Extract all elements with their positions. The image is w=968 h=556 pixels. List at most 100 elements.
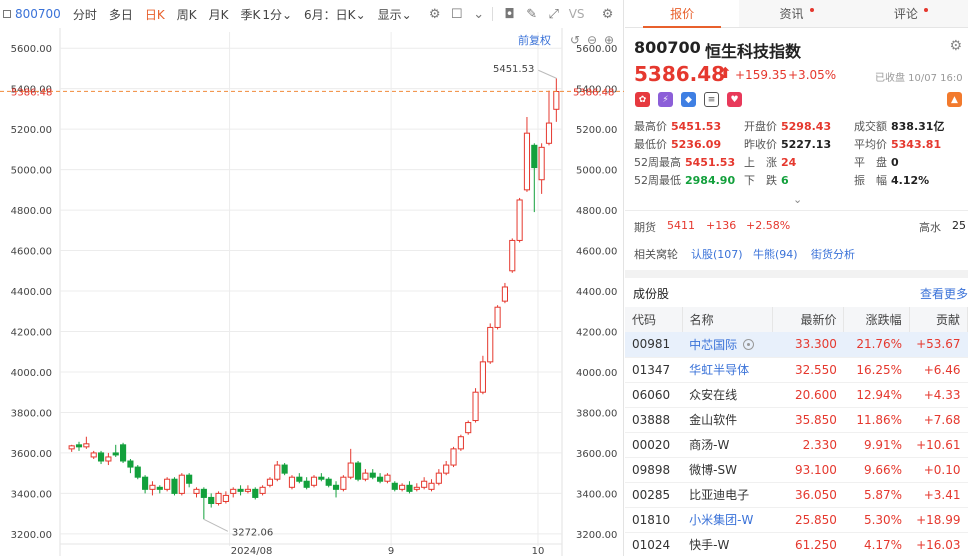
candle-body (472, 391, 479, 422)
table-row[interactable]: 01347 华虹半导体 32.550 16.25% +6.46 (625, 357, 968, 383)
candle-body (171, 478, 178, 494)
low-annotation: 3272.06 (232, 527, 273, 538)
tab-comments[interactable]: 评论 (854, 0, 968, 27)
y-tick-label-left: 4800.00 (11, 206, 52, 217)
period-intraday[interactable]: 分时 (73, 6, 97, 23)
table-row[interactable]: 00981 中芯国际 33.300 21.76% +53.67 (625, 332, 968, 358)
y-tick-label-left: 4400.00 (11, 287, 52, 298)
period-multiday[interactable]: 多日 (109, 6, 133, 23)
table-row[interactable]: 09898 微博-SW 93.100 9.66% +0.10 (625, 457, 968, 483)
feature-badges: ✿ ⚡ ◆ ≡ ♥ ▲ (625, 90, 968, 116)
candlestick-chart[interactable]: 3200.00 3200.00 3400.00 3400.00 3600.00 3600.… (0, 28, 624, 556)
pencil-icon[interactable]: ✎ (521, 7, 543, 22)
adjust-type-label[interactable]: 前复权 (518, 33, 551, 47)
bell-icon[interactable]: ▲ (947, 92, 962, 107)
price-change: +159.35 (735, 68, 788, 82)
period-weekly[interactable]: 周K (177, 6, 197, 23)
y-tick-label-left: 5000.00 (11, 166, 52, 177)
stat-52w-high: 52周最高 5451.53 (634, 156, 736, 169)
candle-body (266, 478, 274, 486)
cell-price: 93.100 (772, 457, 844, 483)
col-change-percent[interactable]: 涨跌幅 (843, 307, 910, 332)
lightning-icon[interactable]: ⚡ (658, 92, 673, 107)
reset-icon[interactable]: ↺ (570, 33, 580, 47)
table-row[interactable]: 01810 小米集团-W 25.850 5.30% +18.99 (625, 507, 968, 533)
app-window: 800700 分时 多日 日K 周K 月K 季K 1分⌄ 6月：日K⌄ 显示⌄ … (0, 0, 968, 556)
cell-change-percent: 4.17% (843, 532, 910, 556)
minute-select[interactable]: 1分⌄ (262, 6, 292, 23)
tab-news[interactable]: 资讯 (739, 0, 853, 27)
unread-dot (809, 7, 814, 12)
document-icon[interactable]: ≡ (704, 92, 719, 107)
period-monthly[interactable]: 月K (209, 6, 229, 23)
low-annotation-leader (203, 518, 229, 532)
zoom-in-icon[interactable]: ⊕ (604, 33, 614, 47)
cell-code: 03888 (625, 407, 683, 433)
col-contribution[interactable]: 贡献 (909, 307, 968, 332)
chevron-down-icon[interactable]: ⌄ (468, 7, 490, 22)
table-row[interactable]: 00020 商汤-W 2.330 9.91% +10.61 (625, 432, 968, 458)
cell-name: 比亚迪电子 (682, 482, 773, 508)
y-tick-label-right: 3600.00 (576, 449, 617, 460)
cell-contribution: +16.03 (909, 532, 968, 556)
camera-icon[interactable]: ◘ (499, 7, 521, 22)
quote-tabs: 报价 资讯 评论 (625, 0, 968, 28)
zoom-out-icon[interactable]: ⊖ (587, 33, 597, 47)
candle-body (134, 466, 141, 478)
tab-quote[interactable]: 报价 (625, 0, 740, 28)
last-price: 5386.48 (634, 62, 726, 86)
checkbox-icon[interactable]: ☐ (446, 7, 468, 22)
tag-icon[interactable]: ◆ (681, 92, 696, 107)
futures-change-percent: +2.58% (746, 219, 791, 232)
table-row[interactable]: 03888 金山软件 35.850 11.86% +7.68 (625, 407, 968, 433)
related-warrants: 相关窝轮 认股(107) 牛熊(94) 街货分析 (634, 246, 855, 262)
candle-body (208, 496, 215, 505)
chevron-down-icon[interactable]: ⌄ (793, 193, 802, 206)
unread-dot (923, 7, 928, 12)
x-tick-label: 9 (388, 546, 394, 556)
heart-icon[interactable]: ♥ (727, 92, 742, 107)
cell-code: 09898 (625, 457, 683, 483)
candle-body (450, 448, 457, 466)
link-warrants[interactable]: 认股(107) (691, 246, 743, 262)
candle-body (465, 422, 472, 434)
y-tick-label-right: 4800.00 (576, 206, 617, 217)
candle-body (142, 476, 149, 490)
stat-average: 平均价 5343.81 (854, 138, 942, 151)
table-row[interactable]: 00285 比亚迪电子 36.050 5.87% +3.41 (625, 482, 968, 508)
compare-vs-button[interactable]: VS (569, 7, 585, 21)
link-street-analysis[interactable]: 街货分析 (811, 246, 855, 262)
table-row[interactable]: 01024 快手-W 61.250 4.17% +16.03 (625, 532, 968, 556)
hk-flag-icon[interactable]: ✿ (635, 92, 650, 107)
chevron-down-icon: ⌄ (355, 7, 366, 22)
view-more-link[interactable]: 查看更多 (920, 285, 968, 302)
indicator-gear-icon[interactable]: ⚙ (424, 7, 446, 22)
candle-body (369, 472, 376, 478)
candle-body (457, 436, 464, 450)
stock-code-selector[interactable]: 800700 (3, 7, 61, 21)
col-price[interactable]: 最新价 (772, 307, 845, 332)
futures-change: +136 (706, 219, 737, 232)
col-name[interactable]: 名称 (682, 307, 774, 332)
candle-body (164, 478, 171, 490)
candle-body (487, 326, 494, 363)
candle-body (90, 452, 97, 458)
quote-code: 800700 (634, 38, 701, 57)
futures-row: 期货 5411 +136 +2.58% 高水 25 (625, 210, 968, 240)
display-select[interactable]: 显示⌄ (378, 6, 412, 23)
settings-icon[interactable]: ⚙ (597, 7, 619, 22)
table-row[interactable]: 06060 众安在线 20.600 12.94% +4.33 (625, 382, 968, 408)
candle-body (538, 146, 545, 181)
fullscreen-icon[interactable]: ⤢ (543, 7, 565, 22)
range-select[interactable]: 6月：日K⌄ (304, 6, 366, 23)
period-quarterly[interactable]: 季K (240, 6, 260, 23)
candle-body (303, 480, 310, 488)
y-tick-label-right: 5200.00 (576, 125, 617, 136)
link-cbbc[interactable]: 牛熊(94) (753, 246, 798, 262)
gear-icon[interactable]: ⚙ (949, 38, 962, 54)
stat-high: 最高价 5451.53 (634, 120, 722, 133)
col-code[interactable]: 代码 (625, 307, 683, 332)
eye-icon[interactable] (743, 338, 755, 350)
period-daily[interactable]: 日K (145, 6, 165, 23)
cell-change-percent: 11.86% (843, 407, 910, 433)
